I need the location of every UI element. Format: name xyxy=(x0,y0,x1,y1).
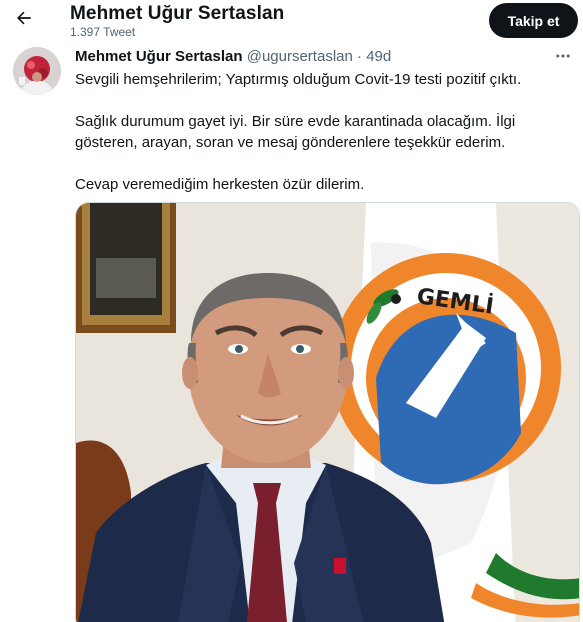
back-button[interactable] xyxy=(9,5,39,35)
arrow-left-icon xyxy=(14,8,34,33)
profile-header: Mehmet Uğur Sertaslan 1.397 Tweet Takip … xyxy=(0,0,583,42)
more-horizontal-icon xyxy=(554,47,572,70)
tweet-paragraph: Sevgili hemşehrilerim; Yaptırmış olduğum… xyxy=(75,71,522,88)
tweet-time[interactable]: 49d xyxy=(366,48,391,65)
tweet[interactable]: Mehmet Uğur Sertaslan @ugursertaslan · 4… xyxy=(0,42,583,622)
flag-pin xyxy=(334,558,346,574)
profile-title: Mehmet Uğur Sertaslan xyxy=(70,3,285,24)
tweet-header: Mehmet Uğur Sertaslan @ugursertaslan · 4… xyxy=(75,48,391,65)
tweet-paragraph: Sağlık durumum gayet iyi. Bir süre evde … xyxy=(75,113,516,151)
avatar[interactable] xyxy=(13,47,61,95)
tweet-count: 1.397 Tweet xyxy=(70,25,136,39)
separator-dot: · xyxy=(357,48,363,65)
tweet-paragraph: Cevap veremediğim herkesten özür dilerim… xyxy=(75,176,365,193)
tweet-photo[interactable]: GEMLİ xyxy=(75,202,580,622)
author-name[interactable]: Mehmet Uğur Sertaslan xyxy=(75,48,243,65)
more-options-button[interactable] xyxy=(553,48,573,68)
author-handle[interactable]: @ugursertaslan xyxy=(247,48,353,65)
follow-button[interactable]: Takip et xyxy=(489,3,578,38)
